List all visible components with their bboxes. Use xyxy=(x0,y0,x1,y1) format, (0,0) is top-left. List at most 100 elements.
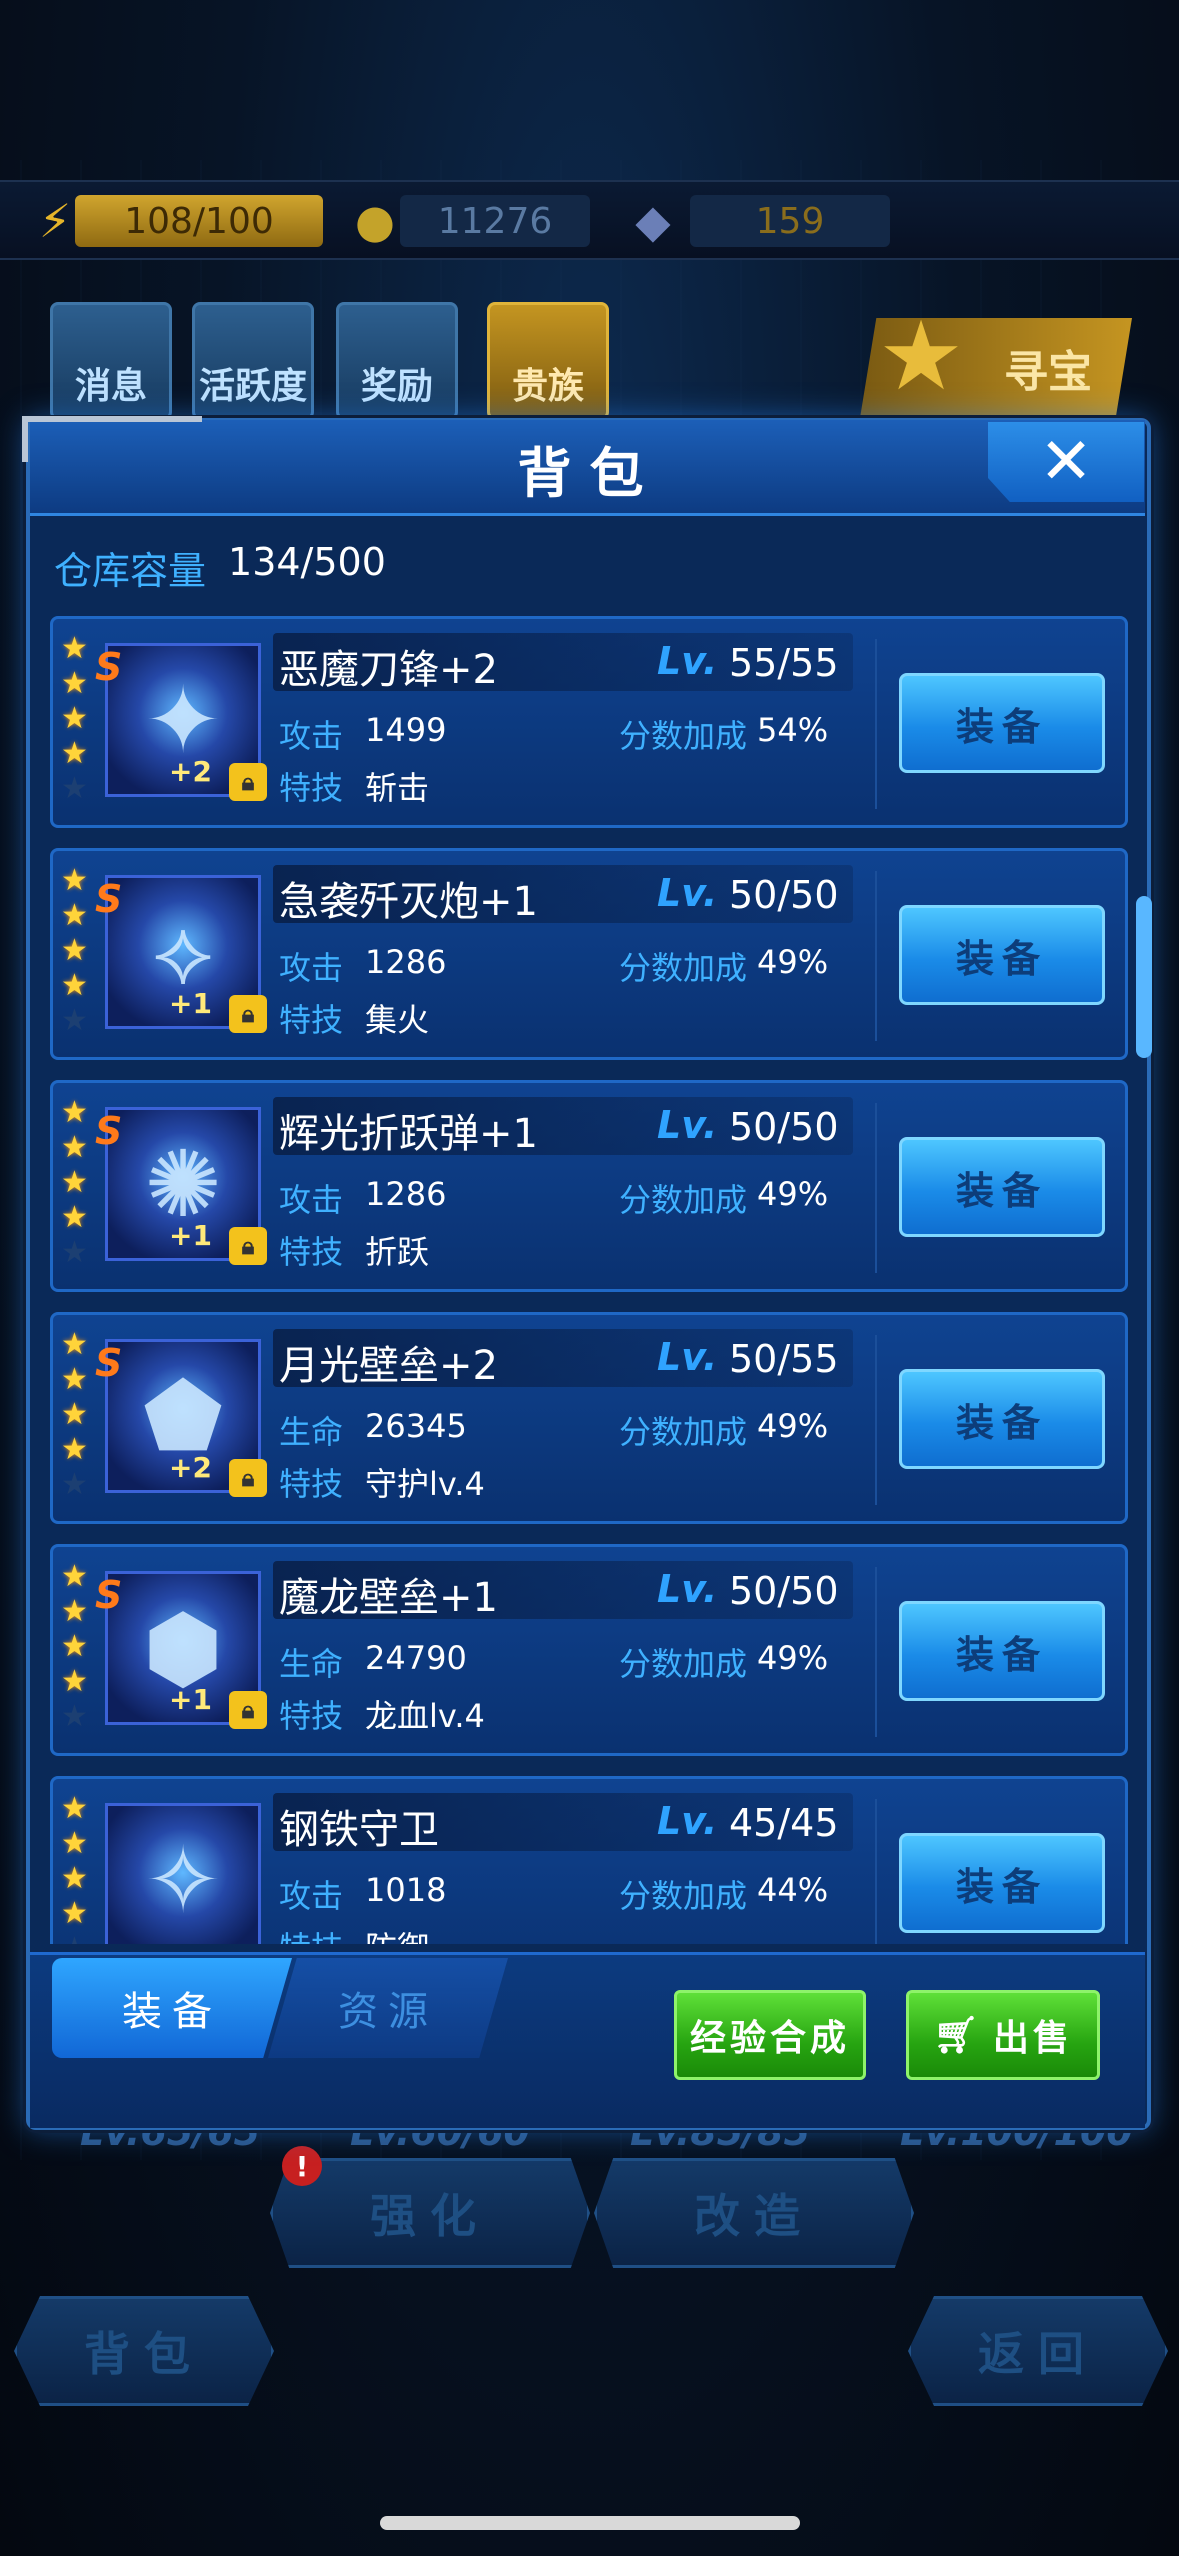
upgrade-level: +1 xyxy=(169,1683,212,1716)
equipment-art-icon: ✧ xyxy=(144,1826,222,1934)
score-bonus: 分数加成 49% xyxy=(619,1175,828,1221)
skill-label: 特技 xyxy=(279,1001,344,1039)
star-icon: ★ xyxy=(61,771,88,806)
jet-star-icon: ★ xyxy=(878,300,965,412)
level-label: Lv. xyxy=(657,1567,718,1611)
equip-button[interactable]: 装备 xyxy=(899,1601,1105,1701)
sell-button[interactable]: 🛒︎ 出售 xyxy=(906,1990,1100,2080)
equipment-thumbnail[interactable]: ✧ xyxy=(105,1803,261,1944)
star-icon: ★ xyxy=(61,1896,88,1931)
list-scrollbar[interactable] xyxy=(1136,896,1152,1058)
item-level: 50/50 xyxy=(729,1569,839,1613)
star-rating: ★★★★★ xyxy=(61,633,91,805)
list-item[interactable]: ★ ★ ★ ★ ★ ⬟ +2 S 🔒︎ 月光壁垒+2 Lv. 50/55 生命 2634… xyxy=(50,1312,1128,1524)
lock-icon[interactable]: 🔒︎ xyxy=(229,1227,267,1265)
list-item[interactable]: ★ ★ ★ ★ ★ ✺ +1 S 🔒︎ 辉光折跃弹+1 Lv. 50/50 攻击 128… xyxy=(50,1080,1128,1292)
divider xyxy=(875,1567,877,1737)
score-value: 44% xyxy=(757,1871,829,1909)
star-icon: ★ xyxy=(61,1235,88,1270)
list-item[interactable]: ★ ★ ★ ★ ★ ⟡ +1 S 🔒︎ 急袭歼灭炮+1 Lv. 50/50 攻击 128… xyxy=(50,848,1128,1060)
equip-button[interactable]: 装备 xyxy=(899,1833,1105,1933)
stat-label: 生命 xyxy=(279,1413,344,1451)
stat-value: 1018 xyxy=(365,1871,447,1909)
bag-button[interactable]: 背包 xyxy=(14,2296,274,2406)
rewards-button[interactable]: 奖励 xyxy=(336,302,458,420)
skill-row: 特技 龙血lv.4 xyxy=(279,1691,485,1737)
star-icon: ★ xyxy=(61,1791,88,1826)
equip-button[interactable]: 装备 xyxy=(899,673,1105,773)
star-icon: ★ xyxy=(61,1699,88,1734)
star-rating: ★★★★★ xyxy=(61,1097,91,1269)
tab-equipment[interactable]: 装备 xyxy=(52,1958,292,2058)
star-rating: ★★★★★ xyxy=(61,1329,91,1501)
back-button[interactable]: 返回 xyxy=(908,2296,1168,2406)
star-icon: ★ xyxy=(61,1629,88,1664)
star-icon: ★ xyxy=(61,1327,88,1362)
capacity-label: 仓库容量 xyxy=(54,549,207,593)
equip-button[interactable]: 装备 xyxy=(899,905,1105,1005)
messages-button[interactable]: 消息 xyxy=(50,302,172,420)
star-icon: ★ xyxy=(61,898,88,933)
item-name: 月光壁垒+2 xyxy=(279,1343,498,1389)
stat-value: 1499 xyxy=(365,711,447,749)
level-label: Lv. xyxy=(657,871,718,915)
exp-merge-button[interactable]: 经验合成 xyxy=(674,1990,866,2080)
item-level: 50/50 xyxy=(729,1105,839,1149)
equip-button[interactable]: 装备 xyxy=(899,1137,1105,1237)
star-icon: ★ xyxy=(61,1362,88,1397)
star-icon: ★ xyxy=(61,631,88,666)
stat-row: 生命 24790 xyxy=(279,1639,467,1685)
score-label: 分数加成 xyxy=(619,717,748,755)
score-bonus: 分数加成 49% xyxy=(619,943,828,989)
skill-label: 特技 xyxy=(279,1697,344,1735)
star-icon: ★ xyxy=(61,863,88,898)
gem-value: 159 xyxy=(690,195,890,247)
score-bonus: 分数加成 49% xyxy=(619,1407,828,1453)
item-list[interactable]: ★ ★ ★ ★ ★ ✦ +2 S 🔒︎ 恶魔刀锋+2 Lv. 55/55 攻击 1499… xyxy=(50,616,1130,1944)
divider xyxy=(875,871,877,1041)
item-level: 45/45 xyxy=(729,1801,839,1845)
item-name: 辉光折跃弹+1 xyxy=(279,1111,538,1157)
star-icon: ★ xyxy=(61,1664,88,1699)
gem-icon[interactable]: ◆ xyxy=(618,190,688,252)
tab-resources[interactable]: 资源 xyxy=(268,1958,508,2058)
star-icon: ★ xyxy=(61,1003,88,1038)
star-rating: ★★★★★ xyxy=(61,865,91,1037)
skill-row: 特技 折跃 xyxy=(279,1227,429,1273)
skill-row: 特技 防御 xyxy=(279,1923,429,1944)
level-label: Lv. xyxy=(657,1103,718,1147)
noble-button[interactable]: 贵族 xyxy=(487,302,609,420)
score-label: 分数加成 xyxy=(619,1645,748,1683)
level-label: Lv. xyxy=(657,1335,718,1379)
skill-label: 特技 xyxy=(279,769,344,807)
skill-row: 特技 守护lv.4 xyxy=(279,1459,485,1505)
item-name: 急袭歼灭炮+1 xyxy=(279,879,538,925)
list-item[interactable]: ★ ★ ★ ★ ★ ✦ +2 S 🔒︎ 恶魔刀锋+2 Lv. 55/55 攻击 1499… xyxy=(50,616,1128,828)
divider xyxy=(875,1103,877,1273)
list-item[interactable]: ★ ★ ★ ★ ★ ⬢ +1 S 🔒︎ 魔龙壁垒+1 Lv. 50/50 生命 2479… xyxy=(50,1544,1128,1756)
skill-row: 特技 集火 xyxy=(279,995,429,1041)
item-name: 魔龙壁垒+1 xyxy=(279,1575,498,1621)
score-label: 分数加成 xyxy=(619,1181,748,1219)
lock-icon[interactable]: 🔒︎ xyxy=(229,763,267,801)
stat-row: 生命 26345 xyxy=(279,1407,467,1453)
lock-icon[interactable]: 🔒︎ xyxy=(229,995,267,1033)
activity-button[interactable]: 活跃度 xyxy=(192,302,314,420)
close-icon[interactable]: ✕ xyxy=(988,422,1144,502)
score-value: 49% xyxy=(757,1407,829,1445)
equip-button[interactable]: 装备 xyxy=(899,1369,1105,1469)
rank-badge: S xyxy=(95,1341,123,1385)
star-icon: ★ xyxy=(61,1095,88,1130)
score-bonus: 分数加成 44% xyxy=(619,1871,828,1917)
lock-icon[interactable]: 🔒︎ xyxy=(229,1691,267,1729)
modify-button[interactable]: 改造 xyxy=(594,2158,914,2268)
energy-value: 108/100 xyxy=(75,195,323,247)
lock-icon[interactable]: 🔒︎ xyxy=(229,1459,267,1497)
home-indicator[interactable] xyxy=(380,2516,800,2530)
skill-value: 斩击 xyxy=(365,769,430,807)
gold-value: 11276 xyxy=(400,195,590,247)
list-item[interactable]: ★★★★★ ✧ 钢铁守卫 Lv. 45/45 攻击 1018 分数加成 44% … xyxy=(50,1776,1128,1944)
item-level: 50/55 xyxy=(729,1337,839,1381)
upgrade-level: +1 xyxy=(169,1219,212,1252)
upgrade-level: +2 xyxy=(169,1451,212,1484)
